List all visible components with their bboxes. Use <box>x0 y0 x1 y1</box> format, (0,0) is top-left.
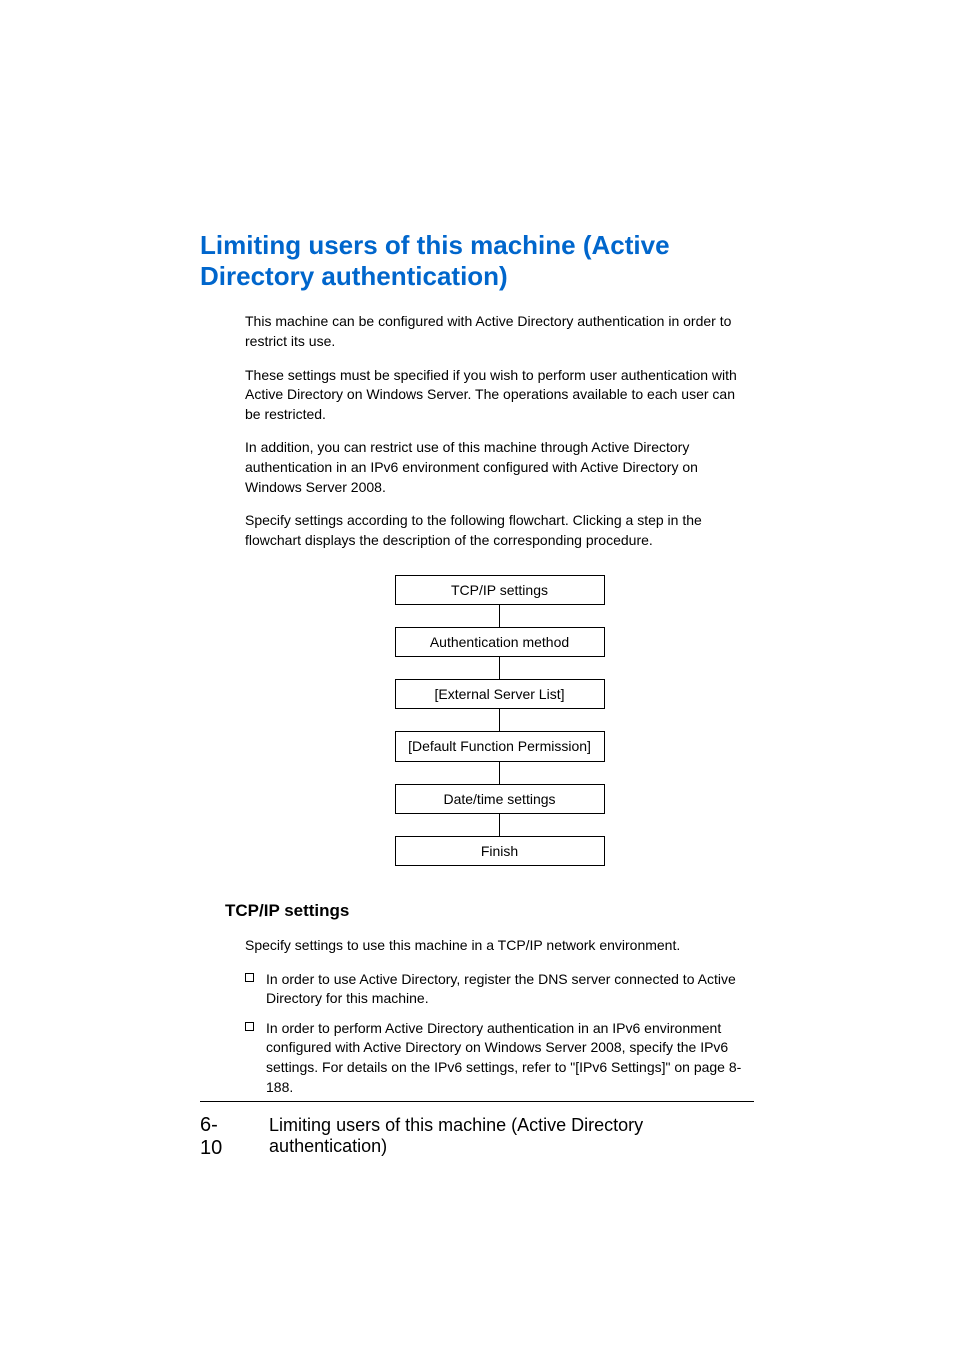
footer-divider <box>200 1101 754 1102</box>
footer-content: 6-10 Limiting users of this machine (Act… <box>200 1114 754 1160</box>
bullet-text: In order to use Active Directory, regist… <box>266 970 754 1009</box>
page-footer: 6-10 Limiting users of this machine (Act… <box>200 1101 754 1160</box>
intro-paragraph-1: This machine can be configured with Acti… <box>245 312 754 351</box>
flowchart-step-finish[interactable]: Finish <box>395 836 605 866</box>
flowchart-step-auth-method[interactable]: Authentication method <box>395 627 605 657</box>
intro-paragraph-4: Specify settings according to the follow… <box>245 511 754 550</box>
flowchart-container: TCP/IP settings Authentication method [E… <box>245 575 754 866</box>
intro-paragraph-3: In addition, you can restrict use of thi… <box>245 438 754 497</box>
list-item: In order to perform Active Directory aut… <box>245 1019 754 1097</box>
section-heading-tcpip: TCP/IP settings <box>225 901 754 921</box>
page-number: 6-10 <box>200 1114 239 1160</box>
flowchart-connector <box>499 605 500 627</box>
list-item: In order to use Active Directory, regist… <box>245 970 754 1009</box>
page-heading: Limiting users of this machine (Active D… <box>200 230 754 292</box>
intro-paragraph-2: These settings must be specified if you … <box>245 366 754 425</box>
flowchart-connector <box>499 814 500 836</box>
flowchart-step-default-permission[interactable]: [Default Function Permission] <box>395 731 605 762</box>
section-intro-text: Specify settings to use this machine in … <box>245 936 754 956</box>
flowchart-connector <box>499 657 500 679</box>
square-bullet-icon <box>245 1022 254 1031</box>
flowchart-connector <box>499 709 500 731</box>
flowchart-connector <box>499 762 500 784</box>
flowchart-step-external-server[interactable]: [External Server List] <box>395 679 605 709</box>
bullet-text: In order to perform Active Directory aut… <box>266 1019 754 1097</box>
bullet-list: In order to use Active Directory, regist… <box>245 970 754 1098</box>
footer-title: Limiting users of this machine (Active D… <box>269 1115 754 1157</box>
square-bullet-icon <box>245 973 254 982</box>
flowchart-step-datetime[interactable]: Date/time settings <box>395 784 605 814</box>
flowchart-step-tcpip[interactable]: TCP/IP settings <box>395 575 605 605</box>
